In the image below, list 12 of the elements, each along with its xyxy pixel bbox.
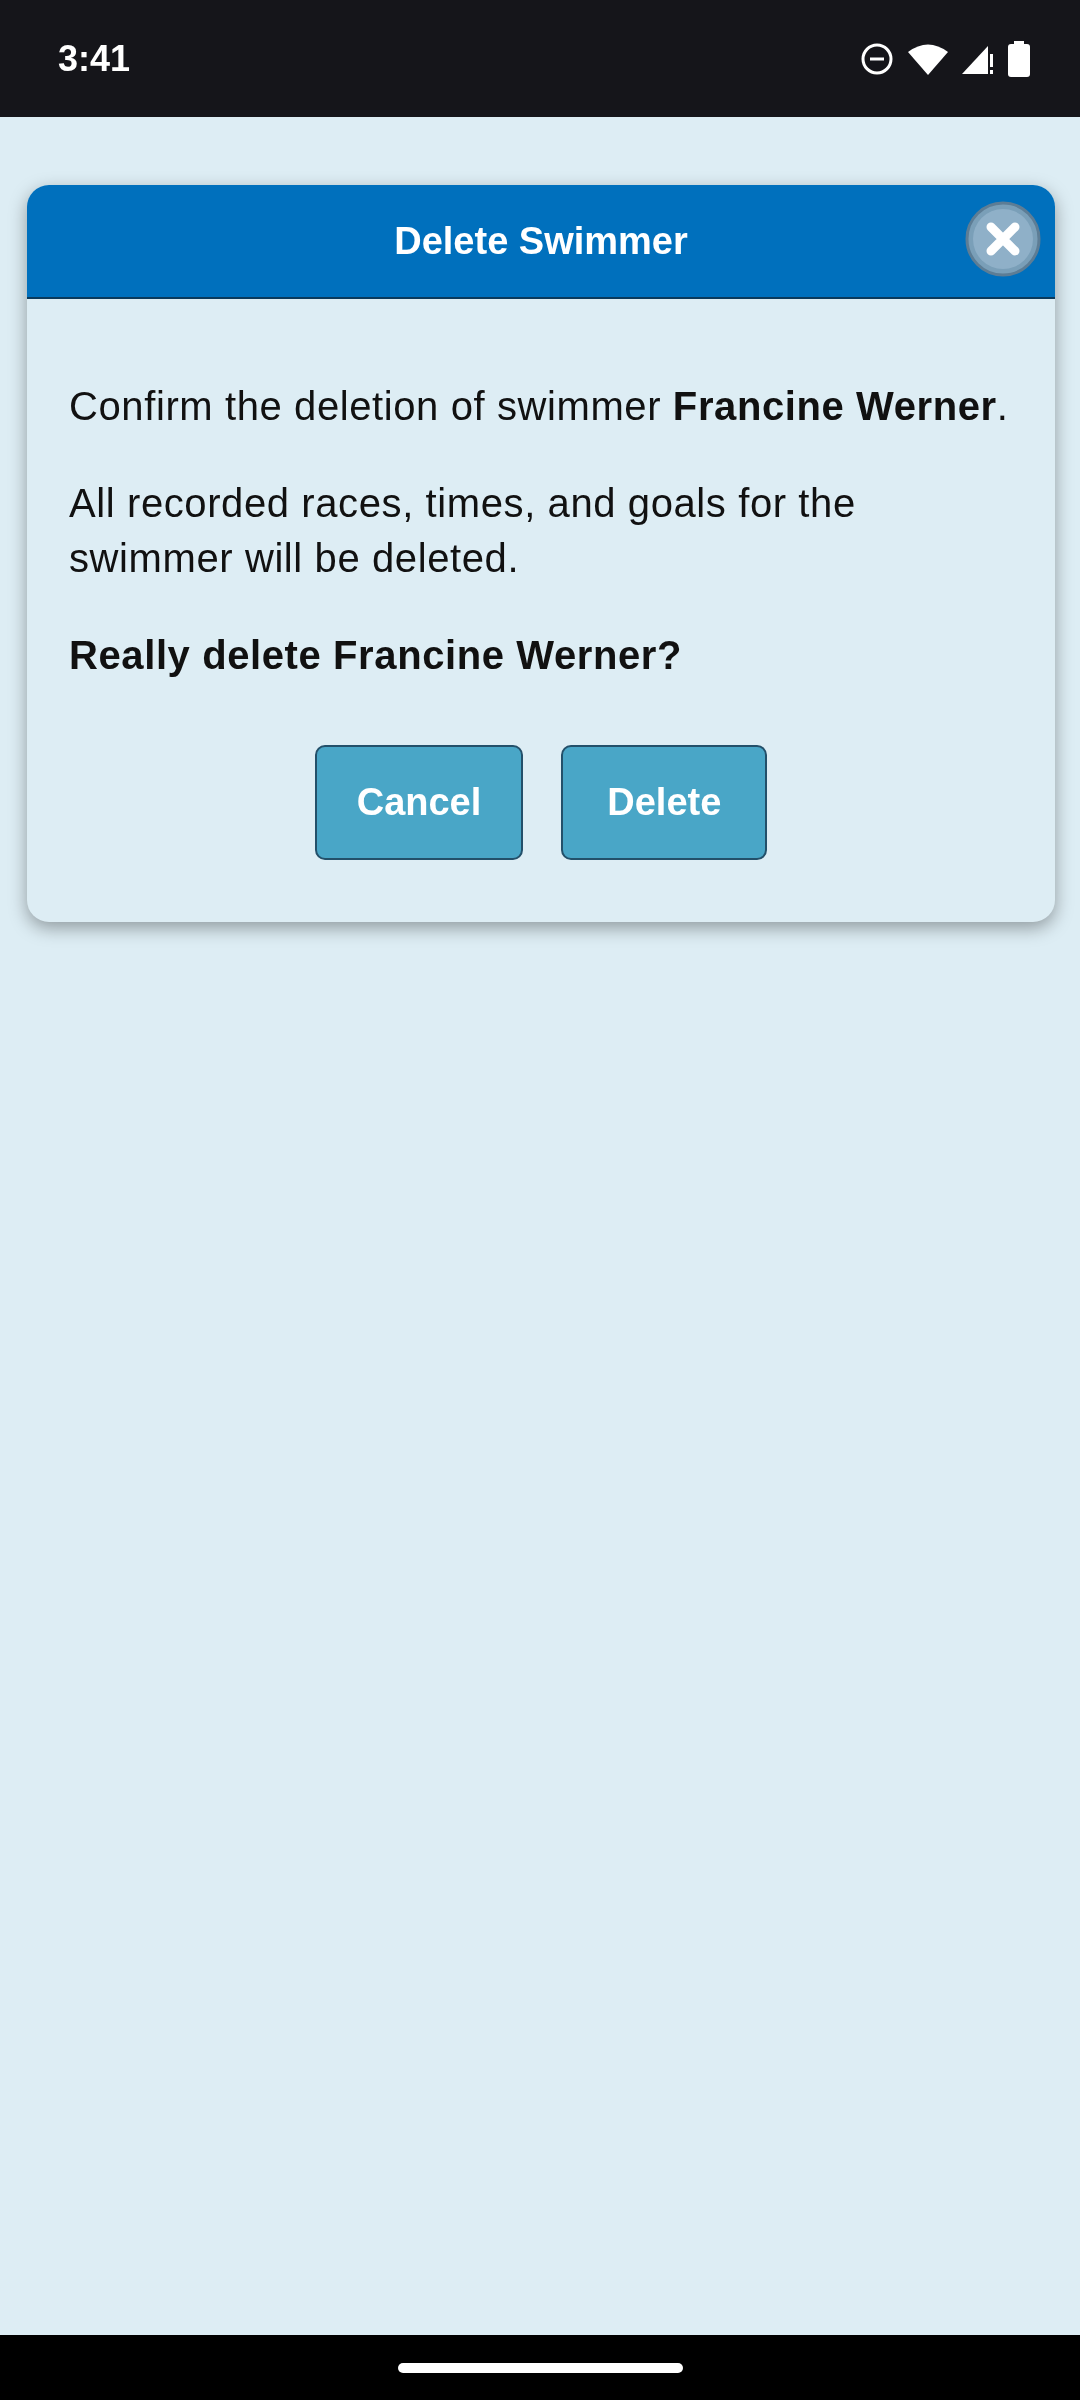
status-time: 3:41 — [58, 37, 131, 80]
home-handle[interactable] — [397, 2362, 683, 2373]
message-text: Confirm the deletion of swimmer Francine Werner. — [69, 383, 1010, 430]
message-text: All recorded races, times, and goals for the swimmer will be deleted. — [69, 480, 857, 582]
wifi-icon — [908, 42, 948, 75]
dialog-title: Delete Swimmer — [394, 219, 688, 263]
dialog-button[interactable]: Delete — [561, 745, 768, 860]
close-icon[interactable] — [965, 201, 1041, 277]
battery-icon — [1008, 40, 1030, 77]
do-not-disturb-icon — [860, 41, 894, 76]
message-text: Really delete Francine Werner? — [69, 632, 684, 679]
dialog-button[interactable]: Cancel — [314, 745, 524, 860]
